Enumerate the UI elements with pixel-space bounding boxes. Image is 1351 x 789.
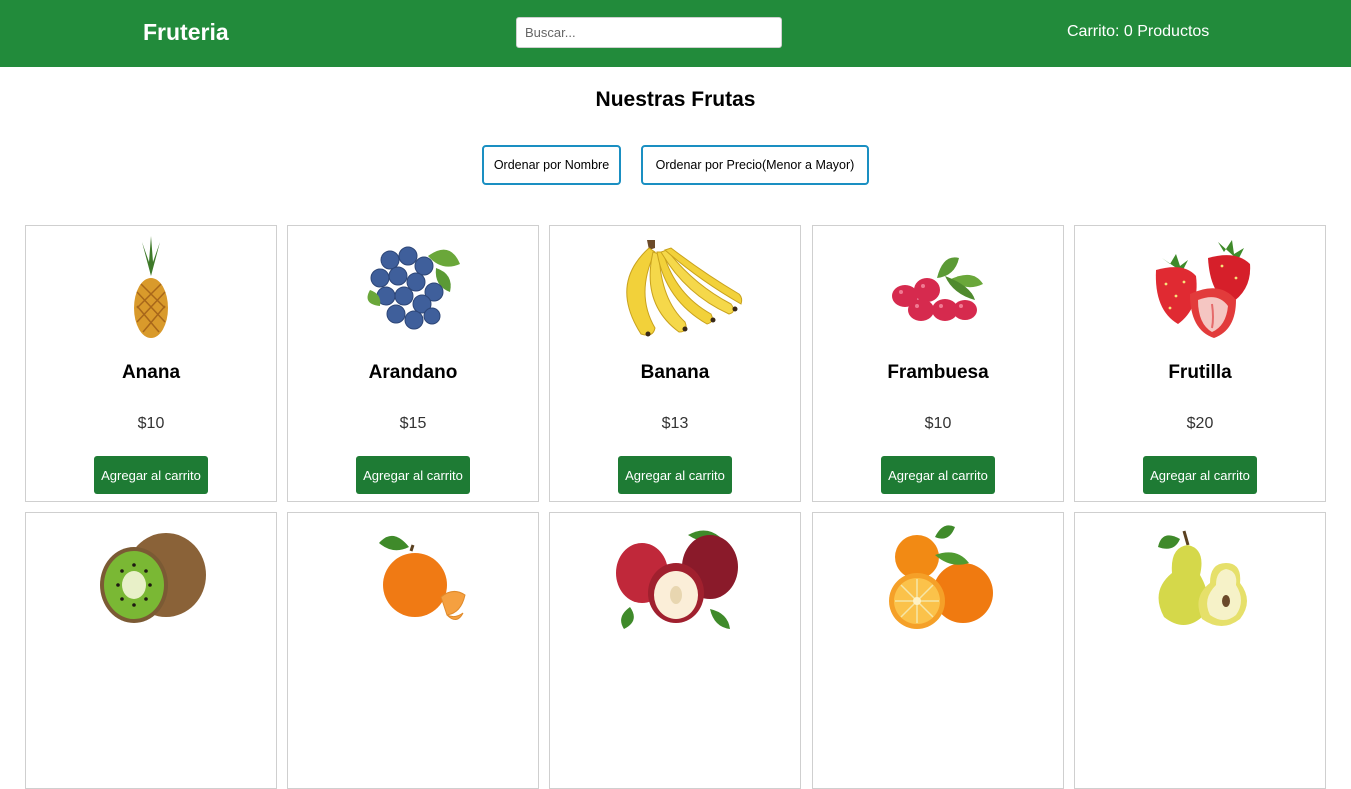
add-to-cart-button[interactable]: Agregar al carrito <box>356 456 470 494</box>
product-name: Arandano <box>368 362 458 383</box>
strawberries-icon <box>1075 234 1325 344</box>
page-title: Nuestras Frutas <box>595 88 756 111</box>
product-card <box>1074 512 1326 789</box>
cart-summary[interactable]: Carrito: 0 Productos <box>1067 23 1209 41</box>
add-to-cart-button[interactable]: Agregar al carrito <box>881 456 995 494</box>
product-name: Anana <box>121 362 181 383</box>
pineapple-icon <box>26 234 276 344</box>
product-card <box>25 512 277 789</box>
product-name: Banana <box>640 362 710 383</box>
search-input[interactable] <box>516 17 782 48</box>
brand-logo[interactable]: Fruteria <box>143 19 229 46</box>
bananas-icon <box>550 234 800 344</box>
product-price: $13 <box>661 415 689 432</box>
add-to-cart-button[interactable]: Agregar al carrito <box>94 456 208 494</box>
blueberries-icon <box>288 234 538 344</box>
product-price: $20 <box>1186 415 1214 432</box>
product-card <box>549 512 801 789</box>
product-price: $10 <box>137 415 165 432</box>
top-navbar: Fruteria Carrito: 0 Productos <box>0 0 1351 67</box>
product-card: Arandano $15 Agregar al carrito <box>287 225 539 502</box>
add-to-cart-button[interactable]: Agregar al carrito <box>618 456 732 494</box>
product-card <box>812 512 1064 789</box>
add-to-cart-button[interactable]: Agregar al carrito <box>1143 456 1257 494</box>
product-card: Anana $10 Agregar al carrito <box>25 225 277 502</box>
apples-icon <box>550 521 800 631</box>
pears-icon <box>1075 521 1325 631</box>
product-card: Frambuesa $10 Agregar al carrito <box>812 225 1064 502</box>
sort-by-name-button[interactable]: Ordenar por Nombre <box>482 145 621 185</box>
product-name: Frutilla <box>1168 362 1232 383</box>
product-card: Frutilla $20 Agregar al carrito <box>1074 225 1326 502</box>
kiwi-icon <box>26 521 276 631</box>
product-name: Frambuesa <box>887 362 989 383</box>
product-card: Banana $13 Agregar al carrito <box>549 225 801 502</box>
product-card <box>287 512 539 789</box>
product-price: $15 <box>399 415 427 432</box>
mandarin-icon <box>288 521 538 631</box>
oranges-icon <box>813 521 1063 631</box>
product-price: $10 <box>924 415 952 432</box>
sort-by-price-button[interactable]: Ordenar por Precio(Menor a Mayor) <box>641 145 869 185</box>
raspberries-icon <box>813 234 1063 344</box>
